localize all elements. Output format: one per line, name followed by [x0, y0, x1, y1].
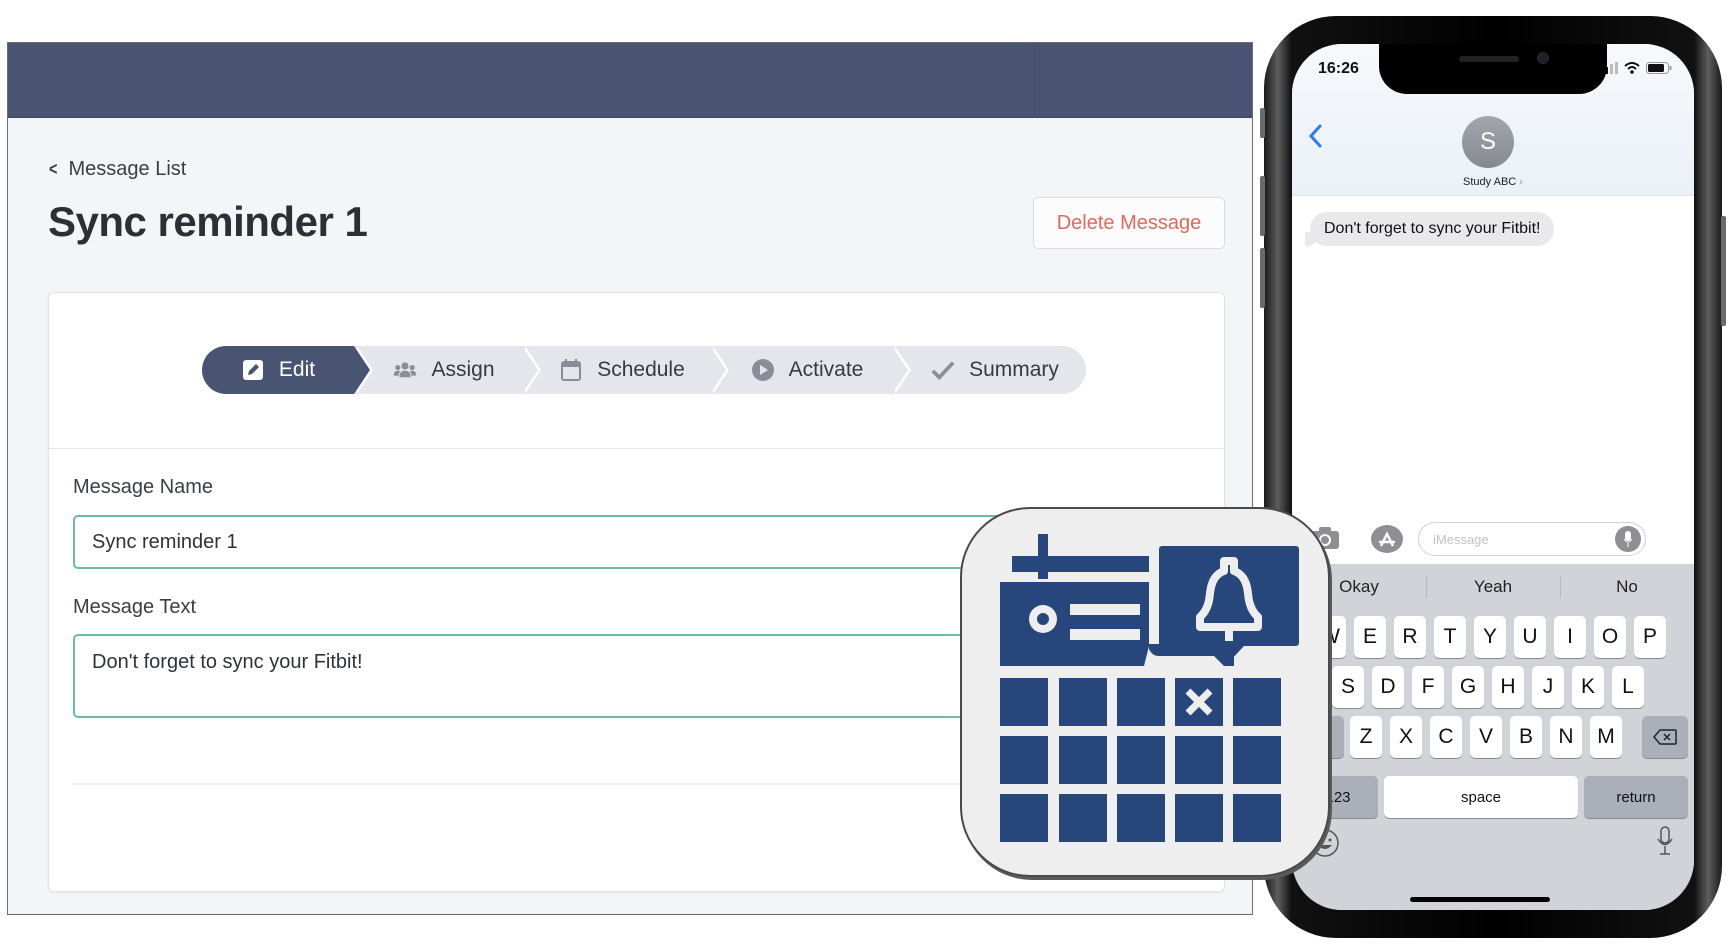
key-h[interactable]: H	[1492, 666, 1524, 708]
key-k[interactable]: K	[1572, 666, 1604, 708]
home-indicator	[1410, 897, 1550, 902]
key-n[interactable]: N	[1550, 716, 1582, 758]
key-c[interactable]: C	[1430, 716, 1462, 758]
key-r[interactable]: R	[1394, 616, 1426, 658]
message-text-label: Message Text	[73, 596, 197, 618]
suggestion-no[interactable]: No	[1560, 564, 1694, 610]
key-f[interactable]: F	[1412, 666, 1444, 708]
check-icon	[931, 358, 955, 382]
message-name-label: Message Name	[73, 476, 214, 498]
ios-keyboard: Okay Yeah No WERTYUIOPASDFGHJKLZXCVBNM 1…	[1292, 564, 1694, 910]
dictation-key[interactable]	[1656, 826, 1674, 861]
play-circle-icon	[751, 358, 775, 382]
status-icons	[1600, 62, 1672, 74]
key-s[interactable]: S	[1332, 666, 1364, 708]
phone-screen: 16:26 S Study ABC › Don't forget to sync…	[1292, 44, 1694, 910]
step-label: Edit	[278, 358, 316, 381]
key-l[interactable]: L	[1612, 666, 1644, 708]
edit-icon	[241, 358, 265, 382]
contact-avatar[interactable]: S	[1462, 116, 1514, 168]
predictive-suggestions: Okay Yeah No	[1292, 564, 1694, 610]
key-m[interactable]: M	[1590, 716, 1622, 758]
imessage-placeholder: iMessage	[1433, 531, 1489, 547]
key-d[interactable]: D	[1372, 666, 1404, 708]
breadcrumb-label: Message List	[68, 158, 187, 180]
key-g[interactable]: G	[1452, 666, 1484, 708]
app-store-icon[interactable]	[1370, 524, 1404, 559]
key-y[interactable]: Y	[1474, 616, 1506, 658]
volume-up-button	[1260, 176, 1265, 236]
microphone-icon	[1657, 826, 1673, 855]
contact-name[interactable]: Study ABC ›	[1292, 176, 1694, 188]
return-key[interactable]: return	[1584, 776, 1688, 818]
received-message-bubble: Don't forget to sync your Fitbit!	[1304, 212, 1555, 246]
key-j[interactable]: J	[1532, 666, 1564, 708]
step-summary[interactable]: Summary	[892, 346, 1086, 394]
side-button	[1721, 216, 1726, 326]
key-o[interactable]: O	[1594, 616, 1626, 658]
imessage-input[interactable]: iMessage	[1418, 522, 1646, 556]
calendar-icon	[559, 358, 583, 382]
back-button[interactable]	[1308, 124, 1322, 153]
chevron-left-icon: <	[49, 159, 58, 179]
key-u[interactable]: U	[1514, 616, 1546, 658]
volume-down-button	[1260, 248, 1265, 308]
status-time: 16:26	[1318, 60, 1359, 77]
battery-icon	[1646, 62, 1672, 74]
key-i[interactable]: I	[1554, 616, 1586, 658]
navbar-divider	[1034, 43, 1035, 117]
delete-message-button[interactable]: Delete Message	[1033, 197, 1225, 249]
page-title: Sync reminder 1	[48, 198, 368, 245]
chevron-left-icon	[1308, 124, 1322, 148]
key-e[interactable]: E	[1354, 616, 1386, 658]
card-divider	[49, 448, 1224, 449]
key-p[interactable]: P	[1634, 616, 1666, 658]
backspace-icon	[1653, 729, 1677, 745]
breadcrumb-message-list[interactable]: < Message List	[48, 158, 186, 181]
step-label: Summary	[969, 358, 1059, 381]
step-label: Schedule	[597, 358, 685, 381]
key-x[interactable]: X	[1390, 716, 1422, 758]
wifi-icon	[1624, 62, 1640, 74]
step-schedule[interactable]: Schedule	[522, 346, 729, 394]
key-b[interactable]: B	[1510, 716, 1542, 758]
key-v[interactable]: V	[1470, 716, 1502, 758]
calendar-bell-app-icon	[960, 507, 1330, 877]
phone-notch	[1379, 44, 1607, 94]
message-input-bar: iMessage	[1292, 514, 1694, 564]
step-edit[interactable]: Edit	[202, 346, 373, 394]
key-t[interactable]: T	[1434, 616, 1466, 658]
step-label: Assign	[431, 358, 495, 381]
step-assign[interactable]: Assign	[354, 346, 541, 394]
calendar-bell-icon	[1000, 534, 1299, 842]
top-navbar	[8, 43, 1252, 118]
space-key[interactable]: space	[1384, 776, 1578, 818]
wizard-stepper: Edit Assign Schedule Activate Summary	[202, 346, 1086, 394]
key-z[interactable]: Z	[1350, 716, 1382, 758]
microphone-icon[interactable]	[1615, 526, 1641, 552]
suggestion-yeah[interactable]: Yeah	[1426, 564, 1560, 610]
step-label: Activate	[788, 358, 864, 381]
users-icon	[393, 358, 417, 382]
silent-switch	[1260, 108, 1265, 138]
iphone-mockup: 16:26 S Study ABC › Don't forget to sync…	[1260, 16, 1726, 938]
backspace-key[interactable]	[1642, 716, 1688, 758]
step-activate[interactable]: Activate	[710, 346, 911, 394]
